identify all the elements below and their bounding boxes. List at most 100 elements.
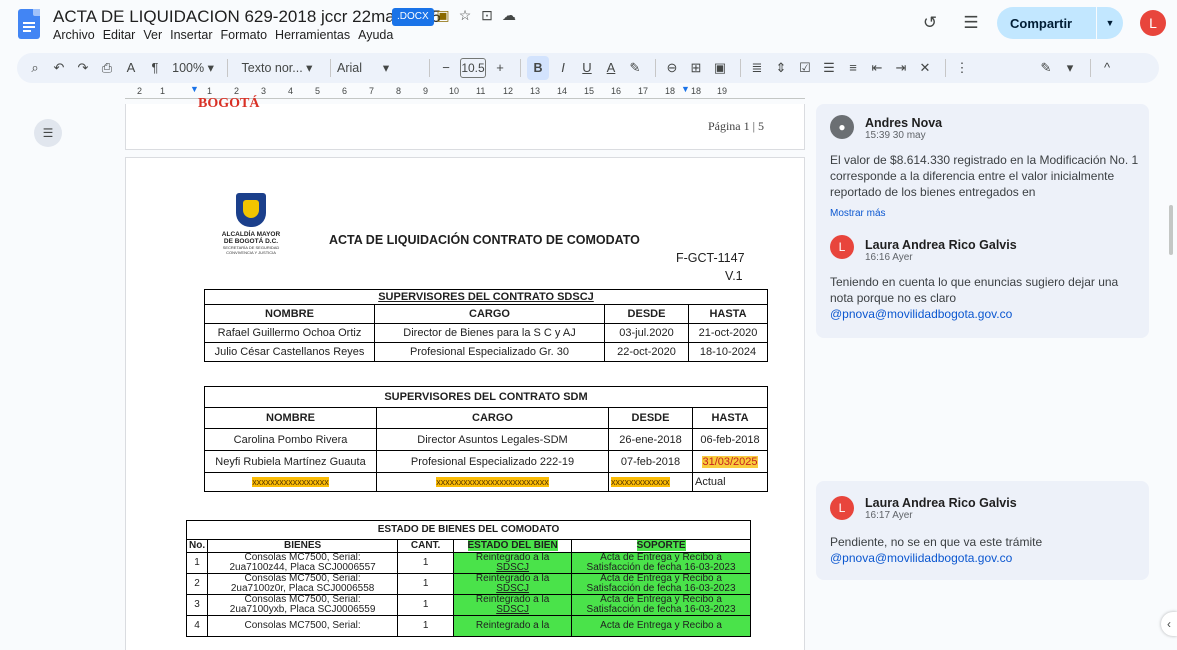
document-page[interactable]: ALCALDÍA MAYOR DE BOGOTÁ D.C. SECRETARÍA…	[125, 157, 805, 650]
search-icon[interactable]: ⌕	[25, 56, 45, 80]
highlight-icon[interactable]: ✎	[625, 56, 645, 80]
cell: Reintegrado a la SDSCJ	[453, 594, 573, 616]
cell: Consolas MC7500, Serial: 2ua7100yxb, Plac…	[207, 594, 399, 616]
menu-formato[interactable]: Formato	[221, 28, 268, 42]
ruler-tick: 8	[396, 86, 402, 96]
style-select[interactable]: Texto nor... ▾	[234, 56, 320, 80]
numbered-list-icon[interactable]: ≡	[843, 56, 863, 80]
cell: 06-feb-2018	[692, 428, 768, 451]
scrollbar-thumb[interactable]	[1169, 205, 1173, 255]
version-history-icon[interactable]: ↺	[917, 10, 943, 36]
link-icon[interactable]: ⊖	[662, 56, 682, 80]
zoom-select[interactable]: 100% ▾	[169, 56, 217, 80]
ruler-tick: 4	[288, 86, 294, 96]
acta-title: ACTA DE LIQUIDACIÓN CONTRATO DE COMODATO	[329, 233, 640, 247]
column-header: HASTA	[688, 304, 768, 324]
font-size-input[interactable]: 10.5	[460, 58, 486, 78]
office-edit-icon[interactable]: ▣	[434, 6, 452, 24]
more-icon[interactable]: ⋮	[952, 56, 972, 80]
comment-author: Laura Andrea Rico Galvis	[865, 496, 1017, 510]
mention-link[interactable]: @pnova@movilidadbogota.gov.co	[830, 550, 1142, 566]
show-more-link[interactable]: Mostrar más	[830, 208, 886, 219]
text-color-icon[interactable]: A	[601, 56, 621, 80]
docs-logo-icon[interactable]	[18, 9, 40, 39]
document-title[interactable]: ACTA DE LIQUIDACION 629-2018 jccr 22may2…	[53, 7, 441, 27]
chevron-left-icon[interactable]: ‹	[1161, 612, 1177, 636]
redo-icon[interactable]: ↷	[73, 56, 93, 80]
cell: Carolina Pombo Rivera	[204, 428, 377, 451]
table-row: 2 Consolas MC7500, Serial: 2ua7100z0r, Pl…	[185, 573, 751, 595]
comment-thread[interactable]: ● Andres Nova 15:39 30 may El valor de $…	[816, 104, 1149, 338]
menu-archivo[interactable]: Archivo	[53, 28, 95, 42]
reply-time: 16:16 Ayer	[865, 252, 913, 263]
undo-icon[interactable]: ↶	[49, 56, 69, 80]
cell: 18-10-2024	[688, 342, 768, 362]
move-folder-icon[interactable]: ⊡	[478, 6, 496, 24]
clear-format-icon[interactable]: ✕	[915, 56, 935, 80]
image-icon[interactable]: ▣	[710, 56, 730, 80]
checklist-icon[interactable]: ☑	[795, 56, 815, 80]
menu-herramientas[interactable]: Herramientas	[275, 28, 350, 42]
cell: 21-oct-2020	[688, 323, 768, 343]
crest-text: CONVIVENCIA Y JUSTICIA	[226, 250, 276, 255]
column-header: No.	[185, 539, 209, 553]
menu-editar[interactable]: Editar	[103, 28, 136, 42]
ruler-tick: 11	[476, 86, 486, 96]
bold-icon[interactable]: B	[527, 56, 549, 80]
menu-ayuda[interactable]: Ayuda	[358, 28, 393, 42]
share-button[interactable]: Compartir ▼	[997, 7, 1123, 39]
menu-insertar[interactable]: Insertar	[170, 28, 212, 42]
ruler-tick: 1	[160, 86, 166, 96]
comments-icon[interactable]: ☰	[958, 10, 984, 36]
alcaldia-crest: ALCALDÍA MAYOR DE BOGOTÁ D.C. SECRETARÍA…	[216, 193, 286, 255]
menu-ver[interactable]: Ver	[143, 28, 162, 42]
ruler-tick: 16	[611, 86, 622, 96]
indent-marker-icon[interactable]: ▼	[190, 84, 199, 94]
indent-decrease-icon[interactable]: ⇤	[867, 56, 887, 80]
paint-format-icon[interactable]: ¶	[145, 56, 165, 80]
style-value: Texto nor...	[241, 61, 303, 75]
comment-time: 16:17 Ayer	[865, 510, 913, 521]
cloud-status-icon[interactable]: ☁	[500, 6, 518, 24]
placeholder-cell: xxxxxxxxxxxxxxxxx	[204, 472, 377, 492]
ruler-tick: 14	[557, 86, 568, 96]
cell: Acta de Entrega y Recibo a Satisfacción d…	[571, 594, 751, 616]
italic-icon[interactable]: I	[553, 56, 573, 80]
cell: Reintegrado a la	[453, 615, 573, 637]
cell: 03-jul.2020	[604, 323, 689, 343]
cell: 1	[397, 552, 455, 574]
bullet-list-icon[interactable]: ☰	[819, 56, 839, 80]
ruler-tick: 18	[691, 86, 702, 96]
column-header: CARGO	[374, 304, 605, 324]
font-select[interactable]: Arial ▾	[337, 56, 419, 80]
chevron-down-icon[interactable]: ▼	[1097, 18, 1123, 28]
align-icon[interactable]: ≣	[747, 56, 767, 80]
collapse-icon[interactable]: ^	[1097, 56, 1117, 80]
column-header: BIENES	[207, 539, 399, 553]
comment-icon[interactable]: ⊞	[686, 56, 706, 80]
avatar: ●	[830, 115, 854, 139]
ruler-tick: 1	[207, 86, 213, 96]
spellcheck-icon[interactable]: A	[121, 56, 141, 80]
right-indent-marker-icon[interactable]: ▼	[681, 84, 690, 94]
cell: Profesional Especializado Gr. 30	[374, 342, 605, 362]
table-row: 1 Consolas MC7500, Serial: 2ua7100z44, Pl…	[185, 552, 751, 574]
decrease-font-icon[interactable]: −	[436, 56, 456, 80]
indent-increase-icon[interactable]: ⇥	[891, 56, 911, 80]
column-header: CANT.	[397, 539, 455, 553]
user-avatar[interactable]: L	[1140, 10, 1166, 36]
line-spacing-icon[interactable]: ⇕	[771, 56, 791, 80]
underline-icon[interactable]: U	[577, 56, 597, 80]
increase-font-icon[interactable]: +	[490, 56, 510, 80]
page-number: Página 1 | 5	[707, 119, 764, 133]
edit-mode-chevron-icon[interactable]: ▾	[1060, 56, 1080, 80]
star-icon[interactable]: ☆	[456, 6, 474, 24]
edit-mode-icon[interactable]: ✎	[1036, 56, 1056, 80]
document-outline-button[interactable]: ☰	[34, 119, 62, 147]
print-icon[interactable]: ⎙	[97, 56, 117, 80]
mention-link[interactable]: @pnova@movilidadbogota.gov.co	[830, 306, 1142, 322]
comment-thread[interactable]: L Laura Andrea Rico Galvis 16:17 Ayer Pe…	[816, 481, 1149, 580]
shield-icon	[236, 193, 266, 227]
ruler-tick: 2	[234, 86, 240, 96]
reply-author: Laura Andrea Rico Galvis	[865, 238, 1017, 252]
